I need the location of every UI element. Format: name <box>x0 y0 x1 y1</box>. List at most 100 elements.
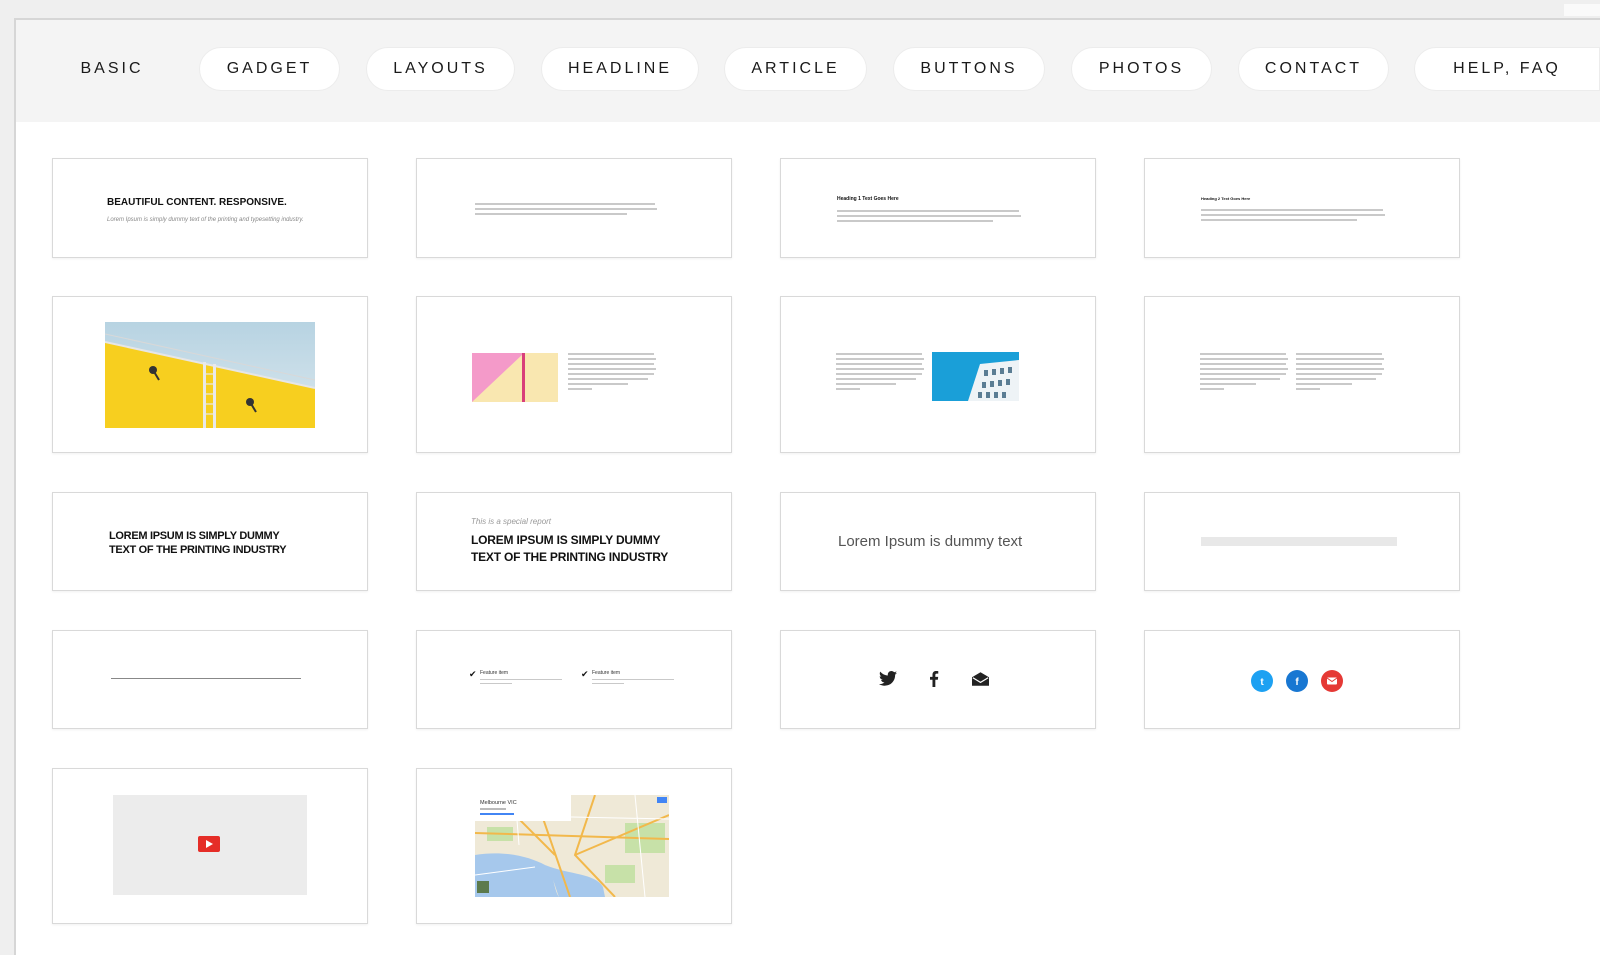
youtube-play-icon[interactable] <box>198 836 220 852</box>
app-window: BASIC GADGET LAYOUTS HEADLINE ARTICLE BU… <box>0 0 1600 955</box>
heading-2-title: Heading 2 Text Goes Here <box>1201 196 1251 201</box>
tab-label: HELP, FAQ <box>1453 60 1561 77</box>
block-features[interactable]: ✔ Feature item ✔ Feature item <box>416 630 732 729</box>
block-heading-2[interactable]: Heading 2 Text Goes Here <box>1144 158 1460 258</box>
text-line <box>1201 209 1383 211</box>
block-paragraph[interactable] <box>416 158 732 258</box>
text-line <box>568 388 592 390</box>
text-line <box>1200 363 1286 365</box>
text-line <box>836 353 922 355</box>
text-line <box>1296 363 1382 365</box>
block-hero-text[interactable]: BEAUTIFUL CONTENT. RESPONSIVE. Lorem Ips… <box>52 158 368 258</box>
text-line <box>592 683 624 684</box>
block-lead-text[interactable]: Lorem Ipsum is dummy text <box>780 492 1096 591</box>
text-line <box>1200 383 1256 385</box>
blue-building-photo <box>932 352 1019 401</box>
tab-label: GADGET <box>226 60 313 77</box>
check-icon: ✔ <box>581 669 589 679</box>
text-line <box>1296 358 1384 360</box>
block-headline-bold[interactable]: LOREM IPSUM IS SIMPLY DUMMY TEXT OF THE … <box>52 492 368 591</box>
block-social-round[interactable]: t f <box>1144 630 1460 729</box>
pink-wall-photo <box>472 353 558 402</box>
text-line <box>836 383 896 385</box>
headline-line-1: LOREM IPSUM IS SIMPLY DUMMY <box>471 533 661 547</box>
text-line <box>568 368 656 370</box>
text-line <box>836 368 924 370</box>
text-line <box>1296 373 1382 375</box>
tab-photos[interactable]: PHOTOS <box>1071 47 1212 91</box>
text-line <box>836 388 860 390</box>
headline-kicker: This is a special report <box>471 517 552 526</box>
text-line <box>1201 214 1385 216</box>
tab-label: PHOTOS <box>1098 60 1185 77</box>
text-line <box>475 203 655 205</box>
tab-label: HEADLINE <box>567 60 673 77</box>
block-video[interactable] <box>52 768 368 924</box>
headline-line-1: LOREM IPSUM IS SIMPLY DUMMY <box>109 530 280 542</box>
heading-1-title: Heading 1 Text Goes Here <box>837 196 899 202</box>
text-line <box>1296 378 1376 380</box>
text-line <box>836 378 916 380</box>
tab-layouts[interactable]: LAYOUTS <box>366 47 515 91</box>
text-line <box>568 353 654 355</box>
text-line <box>1296 383 1352 385</box>
text-line <box>1200 353 1286 355</box>
text-line <box>592 679 674 680</box>
block-photo[interactable] <box>52 296 368 453</box>
block-two-columns[interactable] <box>1144 296 1460 453</box>
text-line <box>1200 378 1280 380</box>
lead-text: Lorem Ipsum is dummy text <box>838 533 1023 550</box>
text-line <box>836 363 922 365</box>
text-line <box>837 215 1021 217</box>
headline-line-2: TEXT OF THE PRINTING INDUSTRY <box>471 550 669 564</box>
tab-headline[interactable]: HEADLINE <box>541 47 699 91</box>
text-line <box>1201 219 1357 221</box>
mail-icon <box>1321 670 1343 692</box>
feature-item-1: Feature item <box>480 670 509 676</box>
twitter-icon <box>879 671 897 686</box>
tab-article[interactable]: ARTICLE <box>724 47 867 91</box>
text-line <box>1296 388 1320 390</box>
tab-gadget[interactable]: GADGET <box>199 47 340 91</box>
text-line <box>475 213 627 215</box>
tab-label: BUTTONS <box>920 60 1018 77</box>
tab-contact[interactable]: CONTACT <box>1238 47 1389 91</box>
tab-buttons[interactable]: BUTTONS <box>893 47 1045 91</box>
block-heading-1[interactable]: Heading 1 Text Goes Here <box>780 158 1096 258</box>
text-line <box>568 373 654 375</box>
tab-label: ARTICLE <box>751 60 840 77</box>
tab-label: CONTACT <box>1264 60 1363 77</box>
text-line <box>836 373 922 375</box>
tab-help-faq[interactable]: HELP, FAQ <box>1414 47 1600 91</box>
block-text-image-right[interactable] <box>780 296 1096 453</box>
block-divider[interactable] <box>52 630 368 729</box>
text-line <box>568 358 656 360</box>
yellow-building-photo <box>105 322 315 428</box>
block-headline-kicker[interactable]: This is a special report LOREM IPSUM IS … <box>416 492 732 591</box>
hero-title: BEAUTIFUL CONTENT. RESPONSIVE. <box>107 197 287 208</box>
tab-label: BASIC <box>80 60 144 77</box>
block-spacer[interactable] <box>1144 492 1460 591</box>
twitter-icon: t <box>1251 670 1273 692</box>
text-line <box>1296 353 1382 355</box>
text-line <box>568 383 628 385</box>
text-line <box>480 683 512 684</box>
facebook-icon <box>930 671 939 687</box>
block-social-icons[interactable] <box>780 630 1096 729</box>
map-place-label: Melbourne VIC <box>480 800 517 806</box>
text-line <box>480 679 562 680</box>
facebook-icon: f <box>1286 670 1308 692</box>
block-map[interactable]: Melbourne VIC <box>416 768 732 924</box>
window-corner <box>1564 4 1600 16</box>
divider-line <box>111 678 301 679</box>
tab-basic[interactable]: BASIC <box>58 47 166 91</box>
map-embed[interactable]: Melbourne VIC <box>475 795 669 897</box>
block-image-left-text[interactable] <box>416 296 732 453</box>
text-line <box>837 210 1019 212</box>
text-line <box>475 208 657 210</box>
text-line <box>568 363 654 365</box>
text-line <box>836 358 924 360</box>
headline-line-2: TEXT OF THE PRINTING INDUSTRY <box>109 544 287 556</box>
check-icon: ✔ <box>469 669 477 679</box>
feature-item-2: Feature item <box>592 670 621 676</box>
